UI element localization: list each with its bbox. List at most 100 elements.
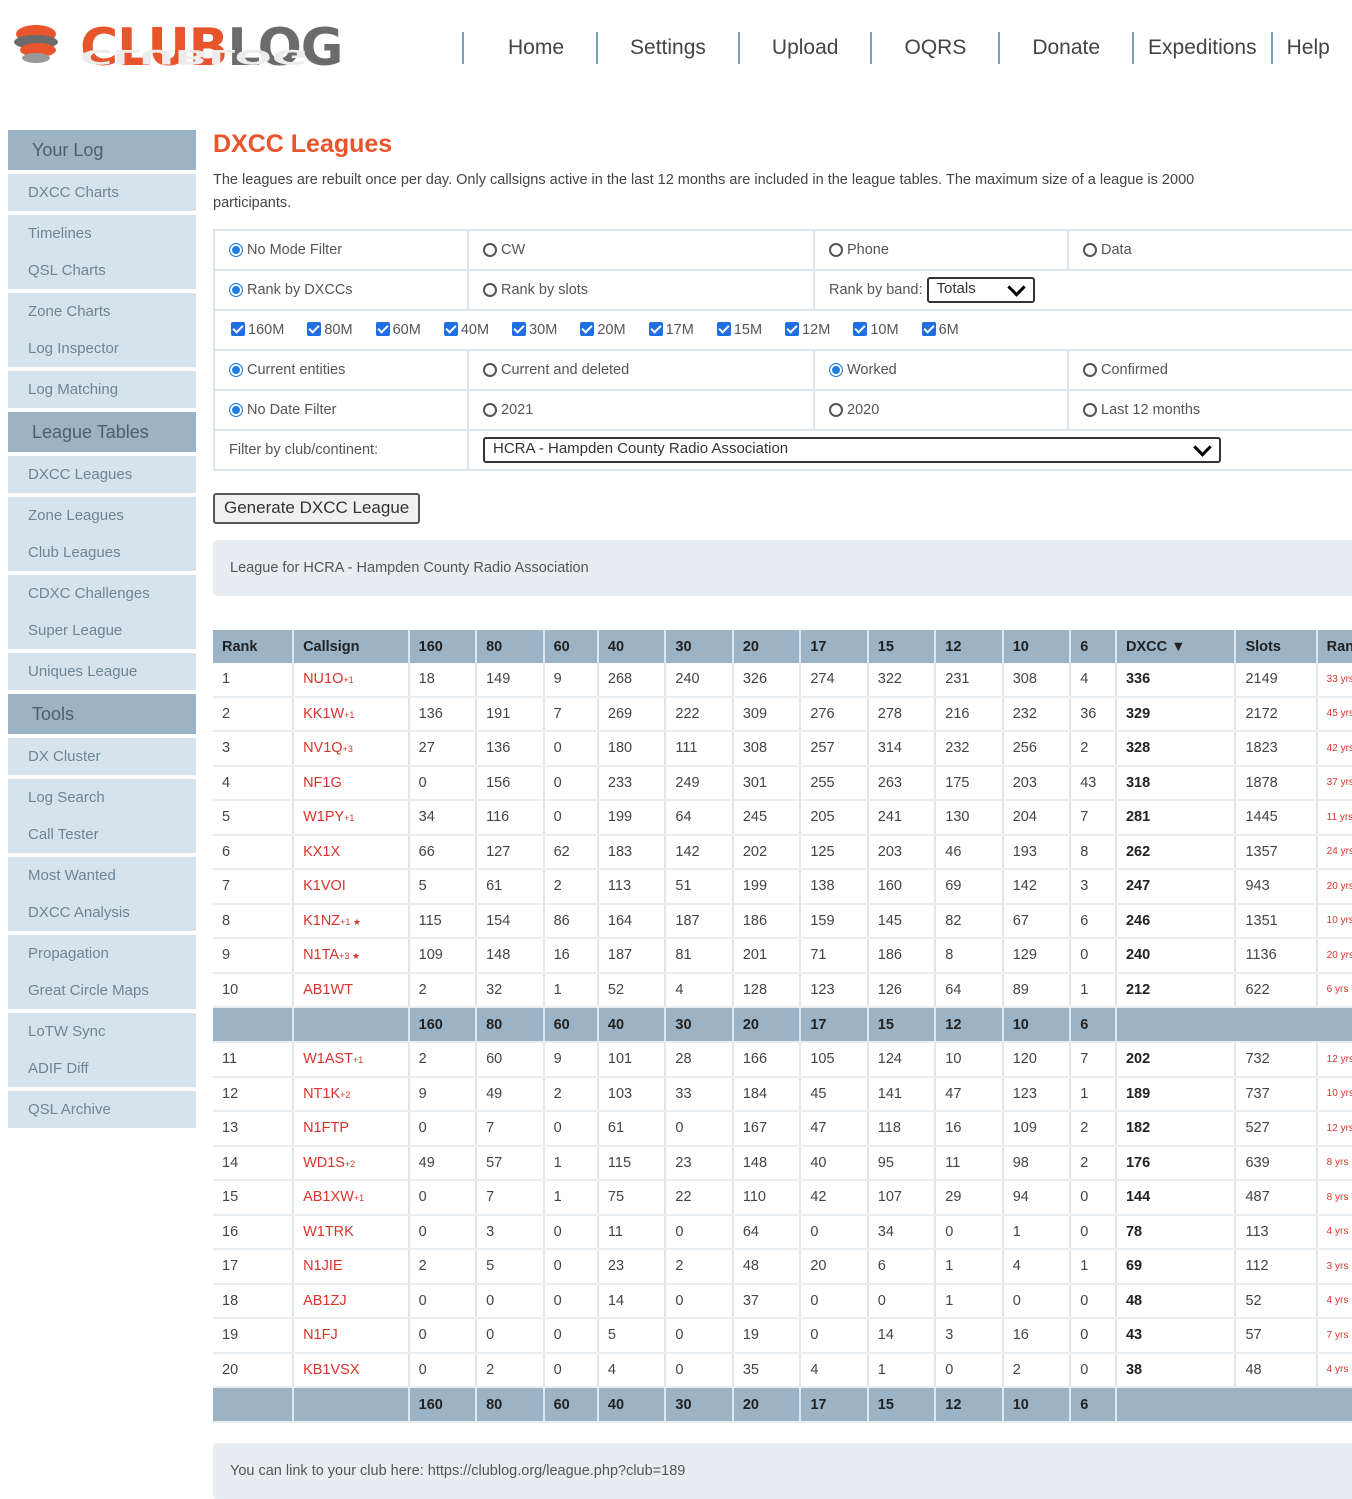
nav-donate[interactable]: Donate (1000, 36, 1132, 60)
callsign-link[interactable]: N1TA+3 ★ (293, 938, 410, 974)
callsign-link[interactable]: NT1K+2 (293, 1076, 410, 1112)
sidebar-item-cdxc-challenges[interactable]: CDXC Challenges (8, 575, 196, 612)
callsign-text[interactable]: K1VOI (303, 878, 346, 894)
callsign-text[interactable]: N1TA (303, 947, 339, 963)
radio[interactable] (829, 403, 843, 417)
band-checkbox-80m[interactable]: 80M (307, 322, 353, 338)
generate-league-button[interactable]: Generate DXCC League (213, 493, 421, 524)
nav-help[interactable]: Help (1273, 36, 1344, 60)
callsign-link[interactable]: AB1WT (293, 972, 410, 1008)
date-2021[interactable]: 2021 (467, 389, 815, 431)
callsign-link[interactable]: NV1Q+3 (293, 731, 410, 767)
callsign-text[interactable]: W1AST (303, 1051, 353, 1067)
radio[interactable] (1083, 363, 1097, 377)
callsign-link[interactable]: W1TRK (293, 1214, 410, 1250)
callsign-link[interactable]: N1FJ (293, 1318, 410, 1354)
sidebar-item-propagation[interactable]: Propagation (8, 935, 196, 972)
mode-no-filter[interactable]: No Mode Filter (213, 229, 469, 271)
sidebar-item-super-league[interactable]: Super League (8, 612, 196, 649)
rank-by-band-select[interactable]: Totals (926, 277, 1035, 303)
sidebar-heading-league-tables[interactable]: League Tables (8, 412, 196, 452)
sidebar-item-qsl-charts[interactable]: QSL Charts (8, 252, 196, 289)
nav-home[interactable]: Home (464, 36, 596, 60)
band-checkbox-6m[interactable]: 6M (921, 322, 959, 338)
callsign-text[interactable]: AB1ZJ (303, 1293, 347, 1309)
callsign-link[interactable]: N1JIE (293, 1249, 410, 1285)
entities-current[interactable]: Current entities (213, 349, 469, 391)
rank-by-slots[interactable]: Rank by slots (467, 269, 815, 311)
band-checkbox-10m[interactable]: 10M (853, 322, 899, 338)
status-confirmed[interactable]: Confirmed (1067, 349, 1352, 391)
sidebar-item-lotw-sync[interactable]: LoTW Sync (8, 1013, 196, 1050)
callsign-text[interactable]: NF1G (303, 775, 342, 791)
mode-data[interactable]: Data (1067, 229, 1352, 271)
callsign-link[interactable]: K1NZ+1 ★ (293, 903, 410, 939)
sidebar-item-club-leagues[interactable]: Club Leagues (8, 534, 196, 571)
callsign-link[interactable]: KK1W+1 (293, 696, 410, 732)
callsign-link[interactable]: KX1X (293, 834, 410, 870)
radio[interactable] (1083, 403, 1097, 417)
sidebar-item-great-circle-maps[interactable]: Great Circle Maps (8, 972, 196, 1009)
radio-selected[interactable] (829, 363, 843, 377)
callsign-text[interactable]: KX1X (303, 844, 340, 860)
sidebar-item-dxcc-charts[interactable]: DXCC Charts (8, 174, 196, 211)
band-checkbox-12m[interactable]: 12M (785, 322, 830, 338)
callsign-text[interactable]: KB1VSX (303, 1362, 359, 1378)
sidebar-item-adif-diff[interactable]: ADIF Diff (8, 1050, 196, 1087)
nav-oqrs[interactable]: OQRS (872, 36, 998, 60)
radio-selected[interactable] (229, 283, 243, 297)
radio[interactable] (829, 243, 843, 257)
mode-cw[interactable]: CW (467, 229, 815, 271)
sidebar-item-log-matching[interactable]: Log Matching (8, 371, 196, 408)
band-checkbox-60m[interactable]: 60M (375, 322, 421, 338)
band-checkbox-160m[interactable]: 160M (231, 322, 284, 338)
callsign-link[interactable]: W1AST+1 (293, 1042, 410, 1078)
callsign-text[interactable]: WD1S (303, 1155, 345, 1171)
radio-selected[interactable] (229, 403, 243, 417)
sidebar-item-call-tester[interactable]: Call Tester (8, 816, 196, 853)
callsign-link[interactable]: AB1ZJ (293, 1283, 410, 1319)
sidebar-item-most-wanted[interactable]: Most Wanted (8, 857, 196, 894)
sidebar-item-qsl-archive[interactable]: QSL Archive (8, 1091, 196, 1128)
callsign-text[interactable]: K1NZ (303, 913, 340, 929)
callsign-link[interactable]: NU1O+1 (293, 663, 410, 698)
sidebar-item-zone-charts[interactable]: Zone Charts (8, 293, 196, 330)
callsign-link[interactable]: NF1G (293, 765, 410, 801)
callsign-text[interactable]: N1FJ (303, 1327, 338, 1343)
entities-current-deleted[interactable]: Current and deleted (467, 349, 815, 391)
radio[interactable] (483, 283, 497, 297)
sidebar-item-uniques-league[interactable]: Uniques League (8, 653, 196, 690)
sidebar-item-log-search[interactable]: Log Search (8, 779, 196, 816)
callsign-text[interactable]: N1FTP (303, 1120, 349, 1136)
clublog-logo[interactable]: CLUBLOG CLUBLOG (10, 10, 343, 90)
band-checkbox-20m[interactable]: 20M (580, 322, 626, 338)
nav-upload[interactable]: Upload (740, 36, 871, 60)
date-2020[interactable]: 2020 (813, 389, 1069, 431)
callsign-text[interactable]: AB1XW (303, 1189, 354, 1205)
nav-settings[interactable]: Settings (598, 36, 738, 60)
status-worked[interactable]: Worked (813, 349, 1069, 391)
callsign-text[interactable]: NV1Q (303, 740, 343, 756)
club-filter-select[interactable]: HCRA - Hampden County Radio Association (483, 437, 1221, 463)
callsign-link[interactable]: KB1VSX (293, 1352, 410, 1388)
sidebar-item-zone-leagues[interactable]: Zone Leagues (8, 497, 196, 534)
radio[interactable] (483, 403, 497, 417)
callsign-text[interactable]: W1TRK (303, 1224, 354, 1240)
radio-selected[interactable] (229, 243, 243, 257)
callsign-text[interactable]: AB1WT (303, 982, 353, 998)
callsign-text[interactable]: KK1W (303, 706, 344, 722)
callsign-link[interactable]: N1FTP (293, 1111, 410, 1147)
sidebar-item-log-inspector[interactable]: Log Inspector (8, 330, 196, 367)
callsign-link[interactable]: WD1S+2 (293, 1145, 410, 1181)
band-checkbox-30m[interactable]: 30M (512, 322, 557, 338)
sidebar-item-dx-cluster[interactable]: DX Cluster (8, 738, 196, 775)
band-checkbox-17m[interactable]: 17M (648, 322, 694, 338)
nav-expeditions[interactable]: Expeditions (1134, 36, 1271, 60)
rank-by-dxccs[interactable]: Rank by DXCCs (213, 269, 469, 311)
sidebar-item-dxcc-analysis[interactable]: DXCC Analysis (8, 894, 196, 931)
radio[interactable] (483, 363, 497, 377)
date-last-12-months[interactable]: Last 12 months (1067, 389, 1352, 431)
sidebar-item-dxcc-leagues[interactable]: DXCC Leagues (8, 456, 196, 493)
sidebar-item-timelines[interactable]: Timelines (8, 215, 196, 252)
band-checkbox-15m[interactable]: 15M (716, 322, 762, 338)
